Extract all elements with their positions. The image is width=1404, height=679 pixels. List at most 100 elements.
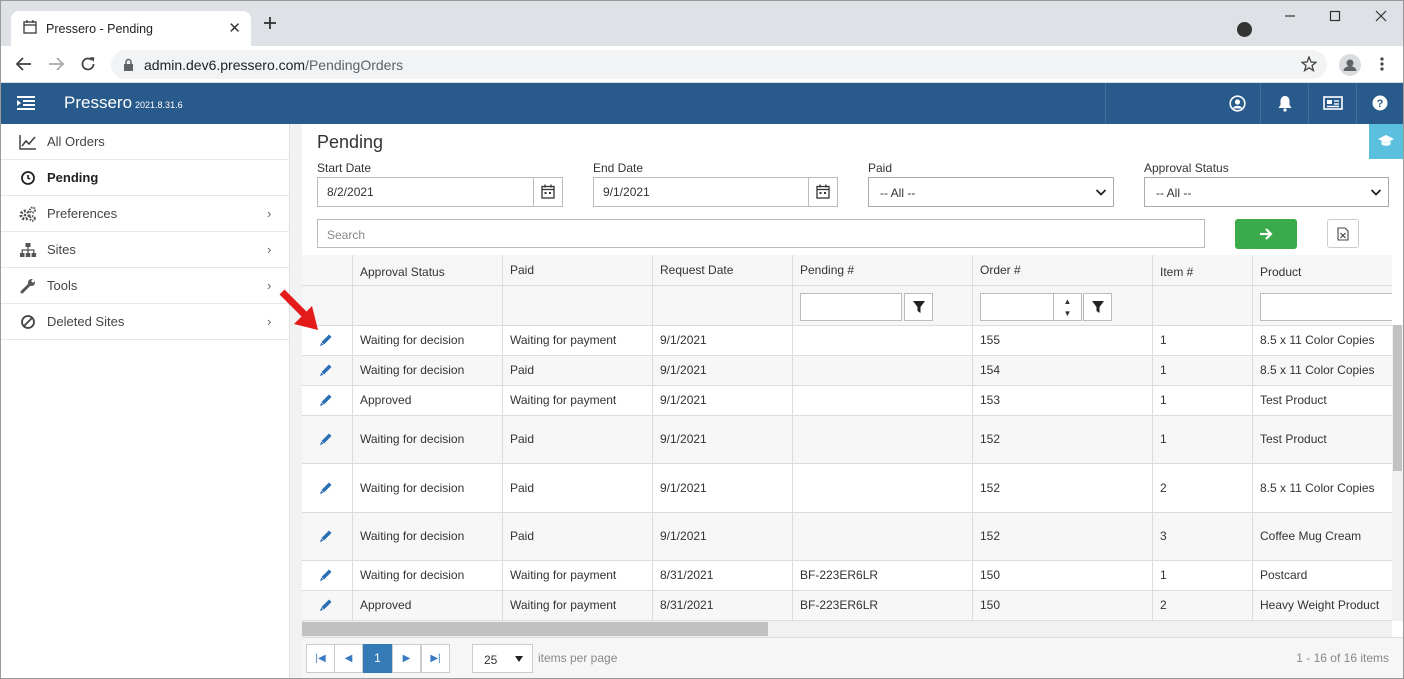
cell-request-date: 9/1/2021 — [660, 481, 707, 495]
table-row[interactable]: Approved Waiting for payment 9/1/2021 153 1 T… — [302, 386, 1392, 416]
table-row[interactable]: Approved Waiting for payment 8/31/2021 BF-2… — [302, 591, 1392, 621]
sidebar-item-all-orders[interactable]: All Orders — [1, 124, 290, 160]
edit-pencil-icon[interactable] — [320, 530, 332, 542]
vertical-scroll-thumb[interactable] — [1393, 325, 1402, 471]
pending-number-filter-input[interactable] — [800, 293, 902, 321]
edit-pencil-icon[interactable] — [320, 433, 332, 445]
cell-request-date: 9/1/2021 — [660, 432, 707, 446]
first-page-button[interactable]: |◀ — [306, 644, 335, 673]
horizontal-scrollbar[interactable] — [302, 621, 1392, 637]
chrome-menu-icon[interactable] — [1379, 56, 1385, 72]
spin-down-icon[interactable]: ▼ — [1064, 309, 1072, 318]
cell-request-date: 9/1/2021 — [660, 363, 707, 377]
reload-icon[interactable] — [79, 55, 97, 73]
help-icon[interactable]: ? — [1372, 95, 1388, 111]
table-row[interactable]: Waiting for decision Paid 9/1/2021 152 2 8.5 … — [302, 464, 1392, 513]
horizontal-scroll-thumb[interactable] — [302, 622, 768, 636]
table-row[interactable]: Waiting for decision Paid 9/1/2021 154 1 8.5 … — [302, 356, 1392, 386]
window-close-icon[interactable] — [1375, 10, 1387, 22]
previous-page-button[interactable]: ◀ — [334, 644, 363, 673]
start-date-picker[interactable]: 8/2/2021 — [317, 177, 563, 207]
column-header-product[interactable]: Product — [1260, 265, 1301, 279]
search-input[interactable]: Search — [317, 219, 1205, 248]
table-row[interactable]: Waiting for decision Waiting for payment 8… — [302, 561, 1392, 591]
apply-filter-button[interactable] — [1235, 219, 1297, 249]
edit-pencil-icon[interactable] — [320, 569, 332, 581]
page-size-value: 25 — [484, 653, 498, 667]
notifications-bell-icon[interactable] — [1277, 95, 1293, 112]
user-account-icon[interactable] — [1229, 95, 1246, 112]
export-excel-button[interactable] — [1327, 219, 1359, 248]
order-number-filter-input[interactable] — [980, 293, 1054, 321]
tab-strip: Pressero - Pending ✕ — [1, 1, 1403, 46]
chrome-account-icon[interactable] — [1237, 22, 1252, 37]
calendar-icon — [541, 184, 555, 199]
next-page-button[interactable]: ▶ — [392, 644, 421, 673]
column-divider — [972, 255, 973, 621]
maximize-icon[interactable] — [1329, 10, 1341, 22]
current-page-button[interactable]: 1 — [363, 644, 392, 673]
column-header-request-date[interactable]: Request Date — [660, 263, 733, 277]
excel-file-icon — [1337, 227, 1349, 241]
column-header-paid[interactable]: Paid — [510, 263, 534, 277]
vertical-scrollbar[interactable] — [1392, 325, 1403, 621]
edit-pencil-icon[interactable] — [320, 599, 332, 611]
column-header-item-number[interactable]: Item # — [1160, 265, 1193, 279]
end-date-calendar-button[interactable] — [808, 178, 837, 206]
tab-close-icon[interactable]: ✕ — [228, 19, 241, 37]
edit-pencil-icon[interactable] — [320, 334, 332, 346]
end-date-value[interactable]: 9/1/2021 — [603, 185, 650, 199]
pager-info: 1 - 16 of 16 items — [1296, 651, 1389, 665]
sidebar-item-sites[interactable]: Sites › — [1, 232, 290, 268]
browser-window: Pressero - Pending ✕ admin.dev6.pressero… — [0, 0, 1404, 679]
sidebar-item-pending[interactable]: Pending — [1, 160, 290, 196]
news-icon[interactable] — [1323, 95, 1343, 111]
last-page-button[interactable]: ▶| — [421, 644, 450, 673]
profile-avatar-icon[interactable] — [1339, 54, 1361, 76]
order-number-filter-button[interactable] — [1083, 293, 1112, 321]
url-host: admin.dev6.pressero.com — [144, 57, 306, 73]
chevron-right-icon: › — [267, 314, 272, 329]
end-date-picker[interactable]: 9/1/2021 — [593, 177, 838, 207]
edit-pencil-icon[interactable] — [320, 364, 332, 376]
product-filter-input[interactable] — [1260, 293, 1392, 321]
table-row[interactable]: Waiting for decision Paid 9/1/2021 152 1 Test… — [302, 416, 1392, 464]
training-button[interactable] — [1369, 124, 1403, 159]
cell-product: 8.5 x 11 Color Copies — [1260, 481, 1375, 495]
column-header-approval-status[interactable]: Approval Status — [360, 265, 445, 279]
sidebar-item-tools[interactable]: Tools › — [1, 268, 290, 304]
table-row[interactable]: Waiting for decision Paid 9/1/2021 152 3 Coff… — [302, 513, 1392, 561]
edit-pencil-icon[interactable] — [320, 394, 332, 406]
forward-icon[interactable] — [47, 55, 65, 73]
column-header-pending-number[interactable]: Pending # — [800, 263, 854, 277]
cell-paid: Waiting for payment — [510, 393, 617, 407]
browser-tab[interactable]: Pressero - Pending ✕ — [11, 11, 251, 46]
order-number-spinner[interactable]: ▲ ▼ — [1054, 293, 1082, 321]
sidebar-item-deleted-sites[interactable]: Deleted Sites › — [1, 304, 290, 340]
url-text: admin.dev6.pressero.com/PendingOrders — [144, 57, 403, 73]
address-bar[interactable]: admin.dev6.pressero.com/PendingOrders — [111, 50, 1327, 79]
page-size-select[interactable]: 25 — [472, 644, 533, 673]
edit-pencil-icon[interactable] — [320, 482, 332, 494]
app-brand[interactable]: Pressero 2021.8.31.6 — [64, 93, 183, 113]
grid-filter-row: ▲ ▼ — [302, 286, 1392, 326]
sidebar-toggle-icon[interactable] — [17, 95, 35, 111]
approval-status-select[interactable]: -- All -- — [1144, 177, 1389, 207]
back-icon[interactable] — [15, 55, 33, 73]
cell-approval-status: Waiting for decision — [360, 333, 465, 347]
bookmark-star-icon[interactable] — [1301, 56, 1317, 72]
spin-up-icon[interactable]: ▲ — [1064, 297, 1072, 306]
pending-number-filter-button[interactable] — [904, 293, 933, 321]
sidebar-item-preferences[interactable]: Preferences › — [1, 196, 290, 232]
ban-icon — [21, 315, 35, 329]
sidebar-splitter[interactable] — [290, 124, 302, 678]
table-row[interactable]: Waiting for decision Waiting for payment 9… — [302, 326, 1392, 356]
minimize-icon[interactable] — [1284, 10, 1296, 22]
cell-product: Test Product — [1260, 432, 1327, 446]
start-date-calendar-button[interactable] — [533, 178, 562, 206]
column-header-order-number[interactable]: Order # — [980, 263, 1021, 277]
cell-order-number: 152 — [980, 432, 1001, 446]
new-tab-icon[interactable] — [263, 16, 277, 30]
paid-select[interactable]: -- All -- — [868, 177, 1114, 207]
start-date-value[interactable]: 8/2/2021 — [327, 185, 374, 199]
